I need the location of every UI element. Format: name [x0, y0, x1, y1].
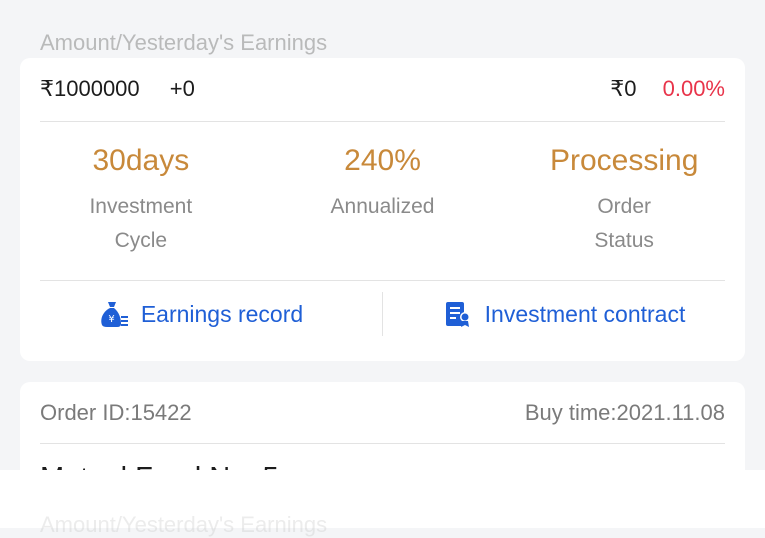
stat-annualized: 240% Annualized	[262, 138, 504, 258]
previous-card-amount-label: Amount/Yesterday's Earnings	[40, 30, 328, 55]
order-meta-row: Order ID:15422 Buy time:2021.11.08	[40, 400, 725, 426]
stats-row: 30days Investment Cycle 240% Annualized …	[20, 138, 745, 258]
order-status-value: Processing	[549, 144, 699, 177]
earnings-rate: 0.00%	[662, 76, 725, 101]
divider	[40, 121, 725, 122]
investment-amount: ₹1000000	[40, 76, 140, 101]
annualized-label: Annualized	[330, 195, 435, 218]
annualized-value: 240%	[344, 144, 421, 177]
yesterday-earnings: +0	[169, 76, 195, 101]
order-id: Order ID:15422	[40, 400, 192, 425]
divider	[40, 443, 725, 444]
amount-row: ₹1000000 +0 ₹0 0.00%	[40, 76, 725, 102]
contract-document-icon	[445, 302, 470, 327]
investment-summary-card: ₹1000000 +0 ₹0 0.00% 30days Investment C…	[20, 58, 745, 361]
stat-order-status: Processing Order Status	[503, 138, 745, 258]
total-earnings: ₹0	[610, 76, 637, 101]
divider	[40, 280, 725, 281]
order-card[interactable]: Order ID:15422 Buy time:2021.11.08 Mutua…	[20, 382, 745, 480]
order-status-label: Order Status	[594, 195, 654, 252]
actions-row: ¥ Earnings record Investment contract	[20, 282, 745, 346]
investment-contract-button[interactable]: Investment contract	[383, 300, 745, 328]
earnings-record-button[interactable]: ¥ Earnings record	[20, 300, 382, 328]
money-bag-icon: ¥	[101, 302, 128, 327]
investment-cycle-label: Investment Cycle	[89, 195, 193, 252]
buy-time: Buy time:2021.11.08	[524, 400, 725, 425]
svg-text:¥: ¥	[108, 314, 114, 325]
investment-contract-label: Investment contract	[484, 300, 686, 327]
earnings-record-label: Earnings record	[140, 300, 304, 327]
stat-investment-cycle: 30days Investment Cycle	[20, 138, 262, 258]
next-card-amount-label: Amount/Yesterday's Earnings	[40, 512, 328, 537]
investment-cycle-value: 30days	[92, 144, 190, 177]
